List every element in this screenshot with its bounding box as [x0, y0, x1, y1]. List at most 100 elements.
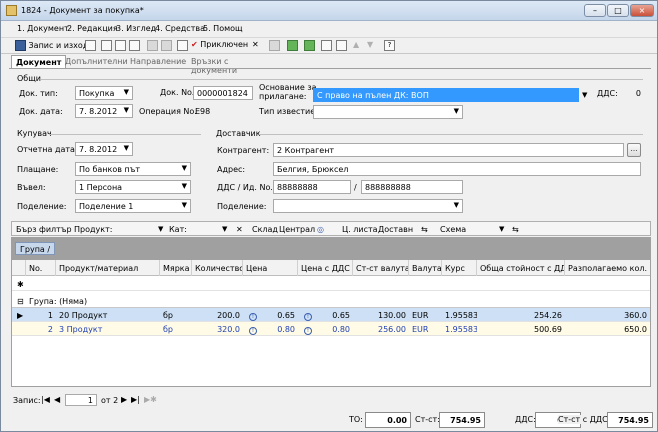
menu-view[interactable]: 3. Изглед: [116, 24, 156, 33]
cut-button[interactable]: [101, 40, 112, 53]
table-row[interactable]: ▶ 1 20 Продукт бр 200.0 ! 0.65 ! 0.65 13…: [12, 308, 650, 322]
row-price[interactable]: 0.80: [258, 322, 298, 336]
menu-document[interactable]: 1. Документ: [17, 24, 69, 33]
row-qty[interactable]: 200.0: [192, 308, 243, 322]
col-header-currency[interactable]: Валута: [409, 260, 442, 276]
buyer-division-select[interactable]: Поделение 1 ▼: [75, 199, 191, 213]
notice-type-label: Тип известие:: [259, 107, 318, 116]
collapse-group-icon[interactable]: ⊟: [14, 294, 27, 308]
print-button[interactable]: [147, 40, 158, 53]
cancel-button[interactable]: ✕: [252, 40, 259, 53]
minimize-button[interactable]: –: [584, 4, 606, 17]
product-filter-chevron-down-icon[interactable]: ▼: [158, 225, 163, 233]
new-page-button[interactable]: [321, 40, 332, 53]
last-record-button[interactable]: ▶|: [131, 395, 140, 404]
col-header-no[interactable]: No.: [26, 260, 56, 276]
col-header-unit[interactable]: Мярка: [160, 260, 192, 276]
tab-additional[interactable]: Допълнителни: [61, 55, 132, 69]
doc-type-select[interactable]: Покупка ▼: [75, 86, 133, 100]
refresh-button[interactable]: [287, 40, 298, 53]
current-record-field[interactable]: 1: [65, 394, 97, 406]
quick-filter-button[interactable]: Бърз филтър: [16, 225, 72, 234]
row-unit[interactable]: бр: [160, 308, 176, 322]
menu-help[interactable]: 5. Помощ: [203, 24, 243, 33]
col-header-rate[interactable]: Курс: [442, 260, 477, 276]
group-row[interactable]: ⊟ Група: (Няма): [12, 294, 650, 308]
vat-id-label: ДДС / Ид. No.: [217, 183, 273, 192]
chevron-down-icon: ▼: [123, 88, 129, 96]
new-row[interactable]: ✱: [12, 277, 650, 291]
menu-edit[interactable]: 2. Редакция: [67, 24, 118, 33]
row-currency[interactable]: EUR: [409, 322, 431, 336]
print-preview-button[interactable]: [161, 40, 172, 53]
document-panel: Общи Док. тип: Покупка ▼ Док. No. 0000001…: [9, 68, 651, 215]
contractor-browse-button[interactable]: …: [627, 143, 641, 157]
row-unit[interactable]: бр: [160, 322, 176, 336]
col-header-price[interactable]: Цена: [243, 260, 298, 276]
disabled-tool-button[interactable]: [269, 40, 280, 53]
value-vat-label: Ст-ст с ДДС:: [558, 415, 611, 424]
previous-record-button[interactable]: ◀: [54, 395, 60, 404]
menu-tools[interactable]: 4. Средства: [155, 24, 205, 33]
row-rate[interactable]: 1.95583: [442, 308, 477, 322]
row-price[interactable]: 0.65: [258, 308, 298, 322]
col-header-total-vat[interactable]: Обща стойност с ДДС: [477, 260, 565, 276]
row-product[interactable]: 20 Продукт: [56, 308, 110, 322]
row-price-vat[interactable]: 0.65: [313, 308, 353, 322]
copy-button[interactable]: [115, 40, 126, 53]
new-record-button[interactable]: ▶✱: [144, 395, 157, 404]
scheme-chevron-down-icon[interactable]: ▼: [499, 225, 504, 233]
basis-select[interactable]: С право на пълен ДК: ВОП: [313, 88, 579, 102]
contractor-field[interactable]: 2 Контрагент: [273, 143, 624, 157]
col-header-product[interactable]: Продукт/материал: [56, 260, 160, 276]
row-qty[interactable]: 320.0: [192, 322, 243, 336]
picture-button[interactable]: [304, 40, 315, 53]
first-record-button[interactable]: |◀: [41, 395, 50, 404]
col-header-available[interactable]: Разполагаемо кол.: [565, 260, 650, 276]
move-up-button[interactable]: ▲: [353, 40, 359, 53]
edit-document-button[interactable]: [177, 40, 188, 53]
address-field[interactable]: Белгия, Брюксел: [273, 162, 641, 176]
scheme-action-icon[interactable]: ⇆: [512, 225, 519, 234]
notice-type-select[interactable]: ▼: [313, 105, 463, 119]
row-rate[interactable]: 1.95583: [442, 322, 477, 336]
vat-number-field[interactable]: 88888888: [273, 180, 351, 194]
close-button[interactable]: ×: [630, 4, 654, 17]
table-row[interactable]: 2 3 Продукт бр 320.0 ! 0.80 ! 0.80 256.0…: [12, 322, 650, 336]
row-value-currency[interactable]: 130.00: [353, 308, 409, 322]
clear-filter-icon[interactable]: ✕: [236, 225, 243, 234]
doc-no-field[interactable]: 0000001824: [193, 86, 253, 100]
tab-document-links[interactable]: Връзки с документи: [187, 55, 241, 75]
warehouse-select[interactable]: Централ: [279, 225, 315, 234]
basis-chevron-down-icon[interactable]: ▼: [582, 91, 587, 99]
payment-select[interactable]: По банков път ▼: [75, 162, 191, 176]
col-header-price-vat[interactable]: Цена с ДДС: [298, 260, 353, 276]
copy-page-button[interactable]: [336, 40, 347, 53]
id-number-field[interactable]: 888888888: [361, 180, 463, 194]
post-document-button[interactable]: ✔ Приключен: [191, 40, 248, 53]
next-record-button[interactable]: ▶: [121, 395, 127, 404]
group-chip[interactable]: Група /: [15, 242, 56, 255]
entered-by-select[interactable]: 1 Персона ▼: [75, 180, 191, 194]
maximize-button[interactable]: □: [607, 4, 629, 17]
col-header-qty[interactable]: Количество: [192, 260, 243, 276]
row-product[interactable]: 3 Продукт: [56, 322, 105, 336]
report-date-field[interactable]: 7. 8.2012 ▼: [75, 142, 133, 156]
copy-document-button[interactable]: [85, 40, 96, 53]
row-currency[interactable]: EUR: [409, 308, 431, 322]
supplier-division-select[interactable]: ▼: [273, 199, 463, 213]
row-value-currency[interactable]: 256.00: [353, 322, 409, 336]
pricelist-action-icon[interactable]: ⇆: [421, 225, 428, 234]
category-filter-chevron-down-icon[interactable]: ▼: [222, 225, 227, 233]
tab-direction[interactable]: Направление: [126, 55, 190, 69]
pricelist-select[interactable]: Доставн: [378, 225, 413, 234]
save-and-exit-button[interactable]: Запис и изход: [15, 40, 88, 53]
help-button[interactable]: ?: [384, 40, 395, 53]
paste-button[interactable]: [129, 40, 140, 53]
warehouse-refresh-icon[interactable]: ◎: [317, 225, 324, 234]
move-down-button[interactable]: ▼: [367, 40, 373, 53]
row-price-vat[interactable]: 0.80: [313, 322, 353, 336]
col-header-value-currency[interactable]: Ст-ст валута: [353, 260, 409, 276]
doc-date-field[interactable]: 7. 8.2012 ▼: [75, 104, 133, 118]
tab-document[interactable]: Документ: [11, 55, 67, 69]
